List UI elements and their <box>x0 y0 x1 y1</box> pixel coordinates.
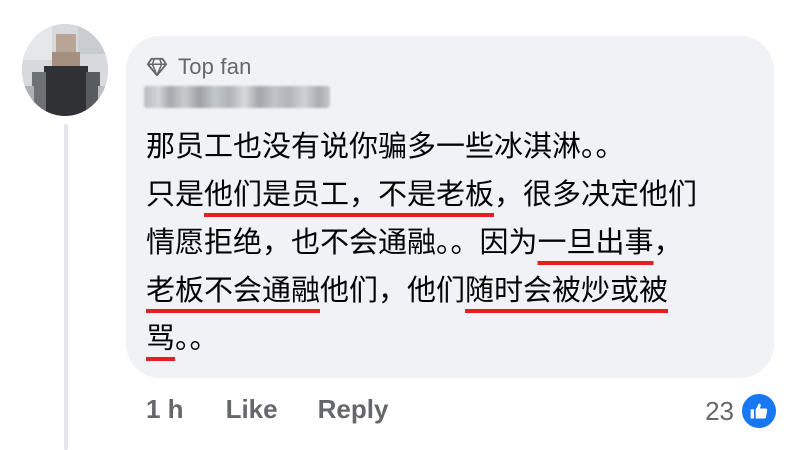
reply-button[interactable]: Reply <box>318 394 389 425</box>
comment-line: 那员工也没有说你骗多一些冰淇淋。。 <box>146 122 756 170</box>
comment-line: 情愿拒绝，也不会通融。。因为一旦出事， <box>146 218 756 266</box>
comment-bubble: Top fan ████████ ██ 那员工也没有说你骗多一些冰淇淋。。只是他… <box>126 36 774 378</box>
underlined-text: 骂 <box>146 321 176 355</box>
comment-text-segment: 。。 <box>175 321 219 355</box>
underlined-text: 一旦出事 <box>537 225 654 259</box>
comment-text-segment: 那员工也没有说你骗多一些冰淇淋。。 <box>146 129 625 163</box>
badge-label: Top fan <box>178 54 252 79</box>
avatar[interactable] <box>22 24 108 116</box>
thumbs-up-icon <box>740 392 778 430</box>
like-button[interactable]: Like <box>226 394 278 425</box>
comment-text: 那员工也没有说你骗多一些冰淇淋。。 只是他们是员工，不是老板，很多决定他们 情愿拒绝… <box>146 122 756 362</box>
reaction-count: 23 <box>705 395 734 426</box>
thread-line <box>64 124 68 450</box>
top-fan-badge[interactable]: Top fan <box>146 52 252 82</box>
timestamp[interactable]: 1 h <box>146 394 184 425</box>
comment-text-segment: 他们，他们 <box>320 273 466 307</box>
underlined-text: 老板不会通融 <box>146 273 321 307</box>
author-name[interactable]: ████████ ██ <box>144 86 330 108</box>
comment-line: 老板不会通融他们，他们随时会被炒或被 <box>146 266 756 314</box>
comment-line: 骂。。 <box>146 314 756 362</box>
comment-line: 只是他们是员工，不是老板，很多决定他们 <box>146 170 756 218</box>
comment-text-segment: 情愿拒绝，也不会通融。。因为 <box>146 225 538 259</box>
underlined-text: 他们是员工，不是老板 <box>204 177 495 211</box>
comment-text-segment: 只是 <box>146 177 205 211</box>
underlined-text: 随时会被炒或被 <box>465 273 669 307</box>
comment-actions: 1 h Like Reply <box>146 394 388 425</box>
comment-text-segment: ，很多决定他们 <box>494 177 698 211</box>
diamond-icon <box>146 57 168 77</box>
comment-thread: Top fan ████████ ██ 那员工也没有说你骗多一些冰淇淋。。只是他… <box>0 0 800 450</box>
comment-text-segment: ， <box>653 225 683 259</box>
reaction-summary[interactable]: 23 <box>705 392 778 430</box>
